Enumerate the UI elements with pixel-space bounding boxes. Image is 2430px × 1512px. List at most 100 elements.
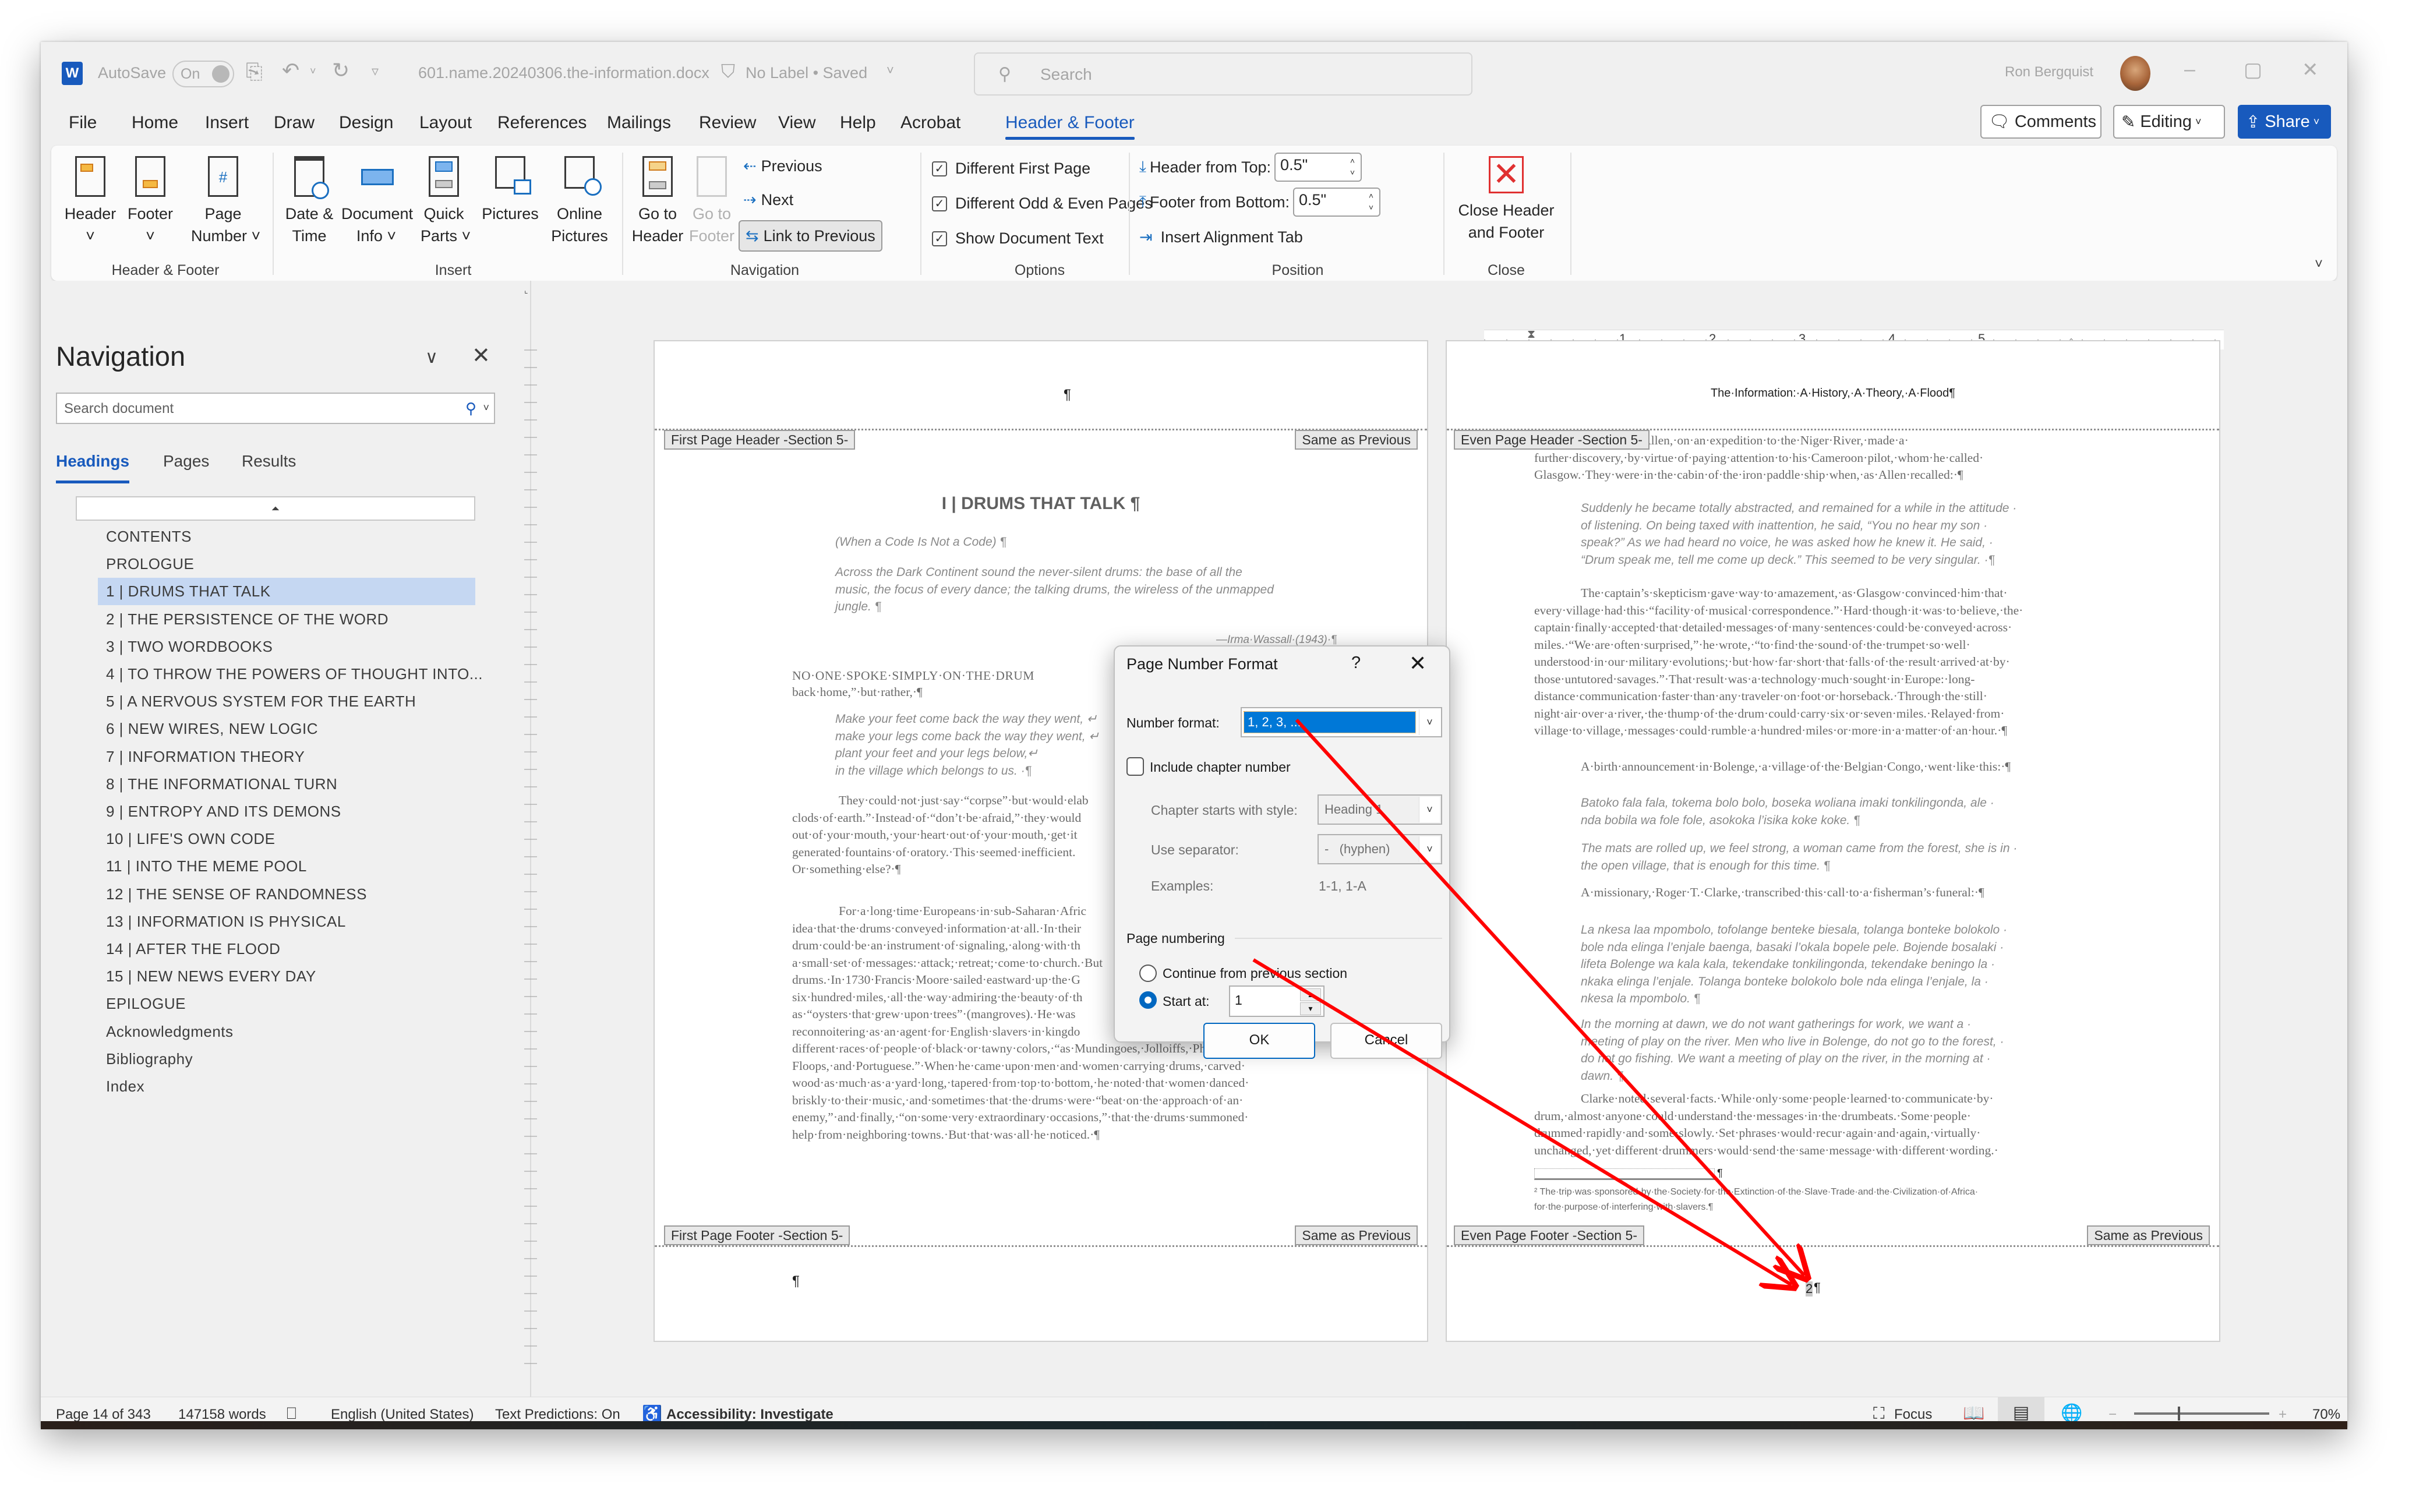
undo-dropdown-icon[interactable]: ˅	[310, 65, 316, 77]
heading-item[interactable]: 11 | INTO THE MEME POOL	[98, 853, 475, 880]
collapse-ribbon-icon[interactable]: ˅	[2315, 256, 2323, 273]
running-header[interactable]: The·Information:·A·History,·A·Theory,·A·…	[1447, 387, 2219, 400]
zoom-in-button[interactable]: +	[2279, 1407, 2287, 1423]
redo-icon[interactable]: ↻	[332, 58, 349, 83]
paragraph[interactable]: The·captain’s·skepticism·gave·way·to·ama…	[1534, 585, 2023, 740]
comments-button[interactable]: 🗨 Comments	[1980, 105, 2101, 139]
editing-mode-button[interactable]: ✎ Editing ˅	[2113, 105, 2225, 139]
chevron-down-icon[interactable]: ˅	[1419, 797, 1440, 822]
search-options-chevron-icon[interactable]: ˅	[483, 402, 489, 414]
zoom-slider[interactable]	[2134, 1407, 2269, 1421]
chevron-down-icon[interactable]: ˅	[1419, 709, 1440, 735]
separator-select[interactable]: - (hyphen) ˅	[1318, 834, 1442, 864]
heading-item[interactable]: 14 | AFTER THE FLOOD	[98, 935, 475, 963]
tab-mailings[interactable]: Mailings	[607, 113, 671, 133]
first-line-indent-marker-icon[interactable]: ⧗	[1527, 328, 1535, 341]
heading-item[interactable]: CONTENTS	[98, 523, 475, 550]
zoom-level[interactable]: 70%	[2312, 1407, 2340, 1423]
read-mode-icon[interactable]: 📖	[1963, 1403, 1984, 1423]
tab-references[interactable]: References	[497, 113, 587, 133]
go-to-footer-button[interactable]: Go to Footer	[688, 156, 735, 247]
close-window-button[interactable]: ✕	[2302, 58, 2319, 82]
heading-item[interactable]: 10 | LIFE'S OWN CODE	[98, 825, 475, 853]
quote-block[interactable]: Batoko fala fala, tokema bolo bolo, bose…	[1581, 794, 1994, 829]
tab-header-footer[interactable]: Header & Footer	[1005, 113, 1135, 140]
heading-item[interactable]: Acknowledgments	[98, 1018, 475, 1045]
heading-item[interactable]: 5 | A NERVOUS SYSTEM FOR THE EARTH	[98, 688, 475, 715]
pane-options-chevron-icon[interactable]: ∨	[425, 347, 438, 368]
search-icon[interactable]: ⚲	[465, 400, 476, 418]
close-header-footer-button[interactable]: ✕ Close Header and Footer	[1454, 156, 1559, 243]
heading-item[interactable]: Bibliography	[98, 1045, 475, 1073]
footer-button[interactable]: Footer ˅	[127, 156, 174, 247]
next-button[interactable]: ⇢ Next	[743, 191, 793, 209]
tab-help[interactable]: Help	[840, 113, 876, 133]
tab-home[interactable]: Home	[132, 113, 178, 133]
accessibility-status[interactable]: Accessibility: Investigate	[666, 1407, 833, 1423]
heading-item[interactable]: EPILOGUE	[98, 990, 475, 1018]
footnote[interactable]: ² The·trip·was·sponsored·by·the·Society·…	[1534, 1185, 1978, 1215]
label-save-status[interactable]: No Label • Saved	[746, 64, 867, 82]
online-pictures-button[interactable]: Online Pictures	[548, 156, 612, 247]
chapter-title[interactable]: I | DRUMS THAT TALK ¶	[655, 494, 1427, 514]
tab-layout[interactable]: Layout	[419, 113, 472, 133]
ok-button[interactable]: OK	[1203, 1023, 1315, 1059]
undo-icon[interactable]: ↶	[282, 58, 299, 83]
tab-insert[interactable]: Insert	[205, 113, 249, 133]
quote-block[interactable]: La nkesa laa mpombolo, tofolange benteke…	[1581, 921, 2007, 1008]
spin-arrows-icon[interactable]: ˄ ˅	[1369, 190, 1373, 213]
insert-alignment-tab-button[interactable]: ⇥ Insert Alignment Tab	[1139, 228, 1303, 246]
paragraph[interactable]: They·could·not·just·say·“corpse”·but·wou…	[792, 792, 1089, 878]
document-filename[interactable]: 601.name.20240306.the-information.docx	[418, 64, 709, 82]
word-count-status[interactable]: 147158 words	[178, 1407, 266, 1423]
chapter-style-select[interactable]: Heading 1 ˅	[1318, 794, 1442, 825]
include-chapter-number-checkbox[interactable]	[1126, 757, 1144, 776]
heading-item[interactable]: 9 | ENTROPY AND ITS DEMONS	[98, 798, 475, 825]
heading-item[interactable]: Index	[98, 1073, 475, 1100]
heading-item[interactable]: 15 | NEW NEWS EVERY DAY	[98, 963, 475, 990]
heading-item[interactable]: 13 | INFORMATION IS PHYSICAL	[98, 908, 475, 935]
text-predictions-status[interactable]: Text Predictions: On	[495, 1407, 620, 1423]
paragraph-opening[interactable]: NO·ONE·SPOKE·SIMPLY·ON·THE·DRUM	[792, 667, 1034, 685]
vertical-ruler[interactable]	[524, 333, 537, 1370]
nav-tab-pages[interactable]: Pages	[163, 452, 209, 471]
paragraph[interactable]: Clarke·noted·several·facts.·While·only·s…	[1534, 1090, 1998, 1159]
page-number-field[interactable]: 2	[1806, 1281, 1813, 1296]
tab-view[interactable]: View	[778, 113, 815, 133]
chevron-down-icon[interactable]: ˅	[886, 63, 894, 78]
paragraph-opening-cont[interactable]: back·home,”·but·rather,·¶	[792, 684, 923, 701]
paragraph[interactable]: A·birth·announcement·in·Bolenge,·a·villa…	[1581, 758, 2011, 776]
heading-item[interactable]: 12 | THE SENSE OF RANDOMNESS	[98, 881, 475, 908]
tab-selector-icon[interactable]: ⌞	[524, 285, 537, 298]
heading-item[interactable]: 7 | INFORMATION THEORY	[98, 743, 475, 771]
quick-parts-button[interactable]: Quick Parts ˅	[421, 156, 471, 247]
nav-tab-results[interactable]: Results	[242, 452, 296, 471]
header-from-top-input[interactable]: 0.5" ˄ ˅	[1274, 153, 1362, 182]
chevron-down-icon[interactable]: ˅	[1419, 836, 1440, 862]
minimize-button[interactable]: –	[2184, 58, 2195, 81]
customize-toolbar-icon[interactable]: ▿	[372, 63, 379, 80]
epigraph[interactable]: Across the Dark Continent sound the neve…	[835, 564, 1278, 616]
tab-acrobat[interactable]: Acrobat	[900, 113, 960, 133]
heading-item[interactable]: 3 | TWO WORDBOOKS	[98, 633, 475, 660]
number-format-select[interactable]: 1, 2, 3, ... ˅	[1241, 707, 1442, 737]
link-to-previous-button[interactable]: ⇆ Link to Previous	[739, 220, 882, 252]
show-document-text-checkbox[interactable]: ✓ Show Document Text	[932, 229, 1104, 248]
heading-item[interactable]: 1 | DRUMS THAT TALK	[98, 578, 475, 606]
cancel-button[interactable]: Cancel	[1330, 1023, 1442, 1059]
chapter-subtitle[interactable]: (When a Code Is Not a Code) ¶	[835, 534, 1006, 551]
start-at-radio[interactable]	[1139, 991, 1157, 1009]
zoom-slider-thumb[interactable]	[2178, 1407, 2181, 1421]
quote-block[interactable]: Suddenly he became totally abstracted, a…	[1581, 500, 2016, 568]
autosave-toggle[interactable]: On	[172, 61, 234, 87]
close-pane-icon[interactable]: ✕	[472, 342, 490, 369]
language-status[interactable]: English (United States)	[331, 1407, 474, 1423]
tab-file[interactable]: File	[69, 113, 97, 133]
restore-button[interactable]: ▢	[2244, 58, 2262, 82]
collapse-all-headings-button[interactable]: ⏶	[76, 496, 475, 521]
tab-review[interactable]: Review	[699, 113, 756, 133]
go-to-header-button[interactable]: Go to Header	[631, 156, 684, 247]
title-search-box[interactable]: ⚲ Search	[974, 52, 1472, 96]
different-odd-even-checkbox[interactable]: ✓ Different Odd & Even Pages	[932, 195, 1153, 213]
spin-up-icon[interactable]: ▲	[1300, 988, 1321, 1001]
